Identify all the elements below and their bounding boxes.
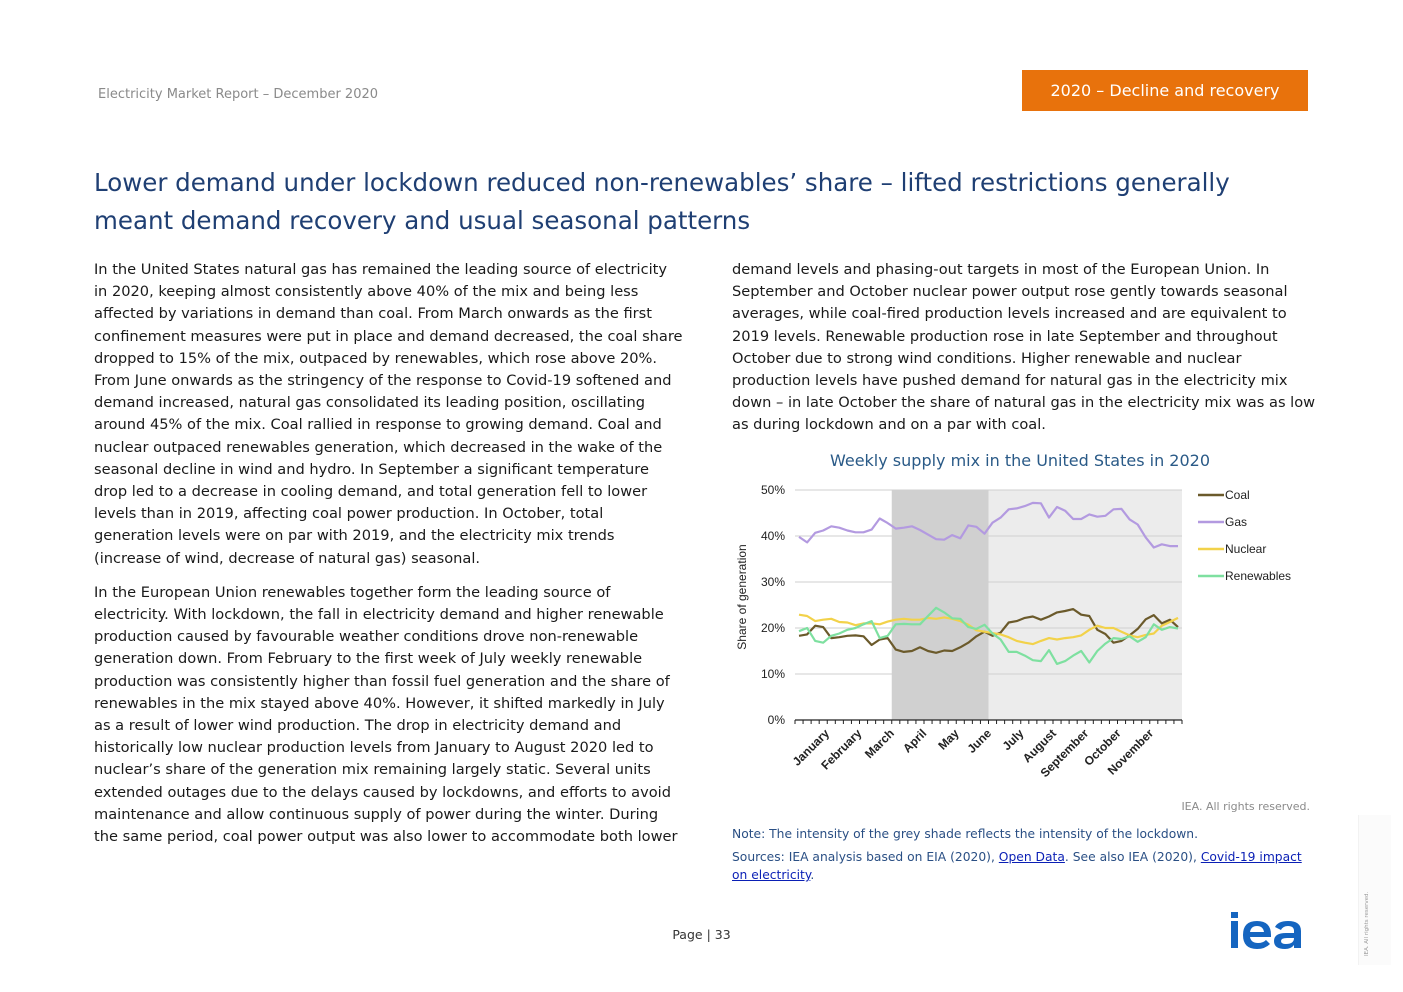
y-tick-label: 20% xyxy=(761,621,785,635)
month-label: March xyxy=(862,726,897,761)
y-tick-label: 30% xyxy=(761,575,785,589)
month-label: July xyxy=(1000,726,1027,753)
sources-middle: . See also IEA (2020), xyxy=(1064,850,1201,864)
page-number: Page | 33 xyxy=(672,927,731,942)
open-data-link[interactable]: Open Data xyxy=(999,850,1065,864)
supply-mix-chart: 0% 10% 20% 30% 40% 50% JanuaryFebruaryMarch Ap… xyxy=(735,483,1291,780)
iea-logo xyxy=(1231,912,1301,949)
legend-label: Renewables xyxy=(1225,569,1291,583)
section-badge: 2020 – Decline and recovery xyxy=(1022,70,1308,111)
sources-prefix: Sources: IEA analysis based on EIA (2020… xyxy=(732,850,999,864)
shade-strong-lockdown xyxy=(891,490,989,720)
right-column: demand levels and phasing-out targets in… xyxy=(732,259,1322,437)
month-label: June xyxy=(964,726,994,756)
month-label: May xyxy=(935,726,962,753)
paragraph-eu-continued: demand levels and phasing-out targets in… xyxy=(732,261,1316,434)
paragraph-us: In the United States natural gas has rem… xyxy=(94,261,683,567)
y-axis-title: Share of generation xyxy=(735,544,749,649)
legend: Coal Gas Nuclear Renewables xyxy=(1198,488,1291,583)
side-rights-note: IEA. All rights reserved. xyxy=(1364,891,1370,956)
left-column: In the United States natural gas has rem… xyxy=(94,259,684,848)
month-label: April xyxy=(900,726,929,755)
paragraph-eu: In the European Union renewables togethe… xyxy=(94,583,678,846)
legend-label: Coal xyxy=(1225,488,1250,502)
chart-title: Weekly supply mix in the United States i… xyxy=(829,451,1211,470)
page-title: Lower demand under lockdown reduced non-… xyxy=(94,168,1230,235)
legend-label: Gas xyxy=(1225,515,1247,529)
y-tick-label: 10% xyxy=(761,667,785,681)
y-tick-label: 50% xyxy=(761,483,785,497)
chart-note: Note: The intensity of the grey shade re… xyxy=(732,827,1199,841)
x-axis-labels: JanuaryFebruaryMarch April May June JulyAugu… xyxy=(790,726,1157,780)
y-axis-ticks: 0% 10% 20% 30% 40% 50% xyxy=(761,483,785,727)
y-tick-label: 40% xyxy=(761,529,785,543)
chart-sources: Sources: IEA analysis based on EIA (2020… xyxy=(732,848,1312,884)
chart-rights: IEA. All rights reserved. xyxy=(1181,800,1310,813)
shade-light-lockdown xyxy=(988,490,1182,720)
sources-suffix: . xyxy=(810,868,815,882)
y-tick-label: 0% xyxy=(768,713,786,727)
report-title: Electricity Market Report – December 202… xyxy=(98,87,379,102)
legend-label: Nuclear xyxy=(1225,542,1266,556)
